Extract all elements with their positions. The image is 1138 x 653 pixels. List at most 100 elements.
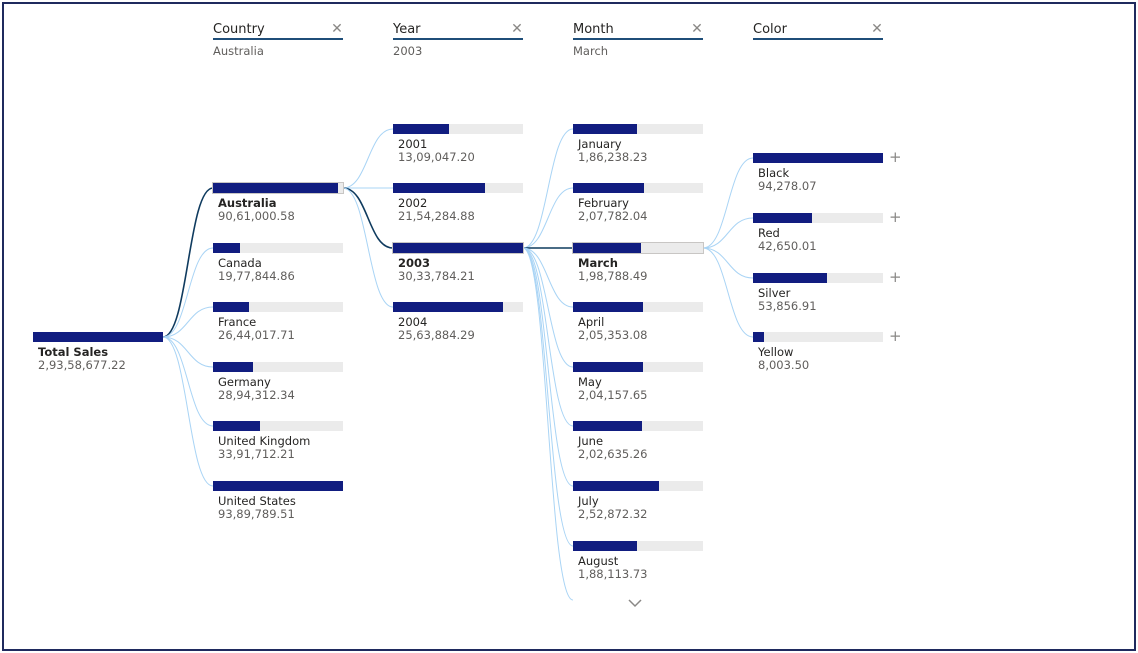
node-value: 2,05,353.08	[578, 328, 648, 342]
node-bar-track	[213, 302, 343, 312]
node-bar-track	[33, 332, 163, 342]
node-bar-track	[753, 332, 883, 342]
node-value: 2,07,782.04	[578, 209, 648, 223]
column-selection	[753, 44, 883, 58]
node-bar-track	[393, 124, 523, 134]
node-label: United States	[218, 494, 296, 508]
column-selection: Australia	[213, 44, 264, 58]
node-label: February	[578, 196, 629, 210]
node-bar-track	[393, 302, 523, 312]
node-label: June	[578, 434, 604, 448]
node-bar-fill	[393, 183, 486, 193]
node-value: 2,52,872.32	[578, 507, 648, 521]
node-bar-fill	[213, 362, 254, 372]
close-icon[interactable]: ✕	[511, 22, 523, 36]
node-label: April	[578, 315, 605, 329]
node-value: 1,88,113.73	[578, 567, 648, 581]
column-header-year: Year ✕ 2003	[393, 21, 523, 58]
node-bar-track	[573, 183, 703, 193]
node-label: Australia	[218, 196, 277, 210]
node-label: Black	[758, 166, 790, 180]
node-bar-track	[753, 153, 883, 163]
node-bar-track	[753, 213, 883, 223]
node-bar-fill	[393, 243, 523, 253]
node-label: Canada	[218, 256, 262, 270]
node-value: 8,003.50	[758, 358, 810, 372]
node-value: 26,44,017.71	[218, 328, 295, 342]
expand-plus-icon[interactable]: +	[889, 269, 902, 285]
node-value: 21,54,284.88	[398, 209, 475, 223]
close-icon[interactable]: ✕	[691, 22, 703, 36]
node-value: 94,278.07	[758, 179, 817, 193]
node-label: United Kingdom	[218, 434, 311, 448]
node-bar-track	[212, 182, 344, 194]
node-value: 2,93,58,677.22	[38, 358, 126, 372]
node-bar-fill	[573, 124, 637, 134]
column-header-month: Month ✕ March	[573, 21, 703, 58]
node-bar-track	[213, 362, 343, 372]
column-title: Year	[393, 21, 523, 40]
node-bar-track	[573, 541, 703, 551]
node-bar-fill	[33, 332, 163, 342]
expand-plus-icon[interactable]: +	[889, 209, 902, 225]
node-bar-fill	[753, 213, 812, 223]
node-value: 53,856.91	[758, 299, 817, 313]
node-label: 2002	[398, 196, 428, 210]
node-bar-fill	[213, 481, 343, 491]
chevron-down-icon[interactable]	[627, 597, 643, 609]
node-bar-fill	[213, 421, 260, 431]
node-value: 93,89,789.51	[218, 507, 295, 521]
close-icon[interactable]: ✕	[871, 22, 883, 36]
node-bar-fill	[573, 362, 643, 372]
node-value: 28,94,312.34	[218, 388, 295, 402]
node-bar-fill	[573, 541, 638, 551]
node-bar-fill	[213, 243, 241, 253]
node-bar-fill	[573, 421, 642, 431]
node-bar-fill	[573, 302, 644, 312]
node-bar-track	[213, 421, 343, 431]
node-bar-fill	[393, 302, 503, 312]
node-value: 42,650.01	[758, 239, 817, 253]
node-value: 2,04,157.65	[578, 388, 648, 402]
node-label: 2004	[398, 315, 428, 329]
column-header-color: Color ✕	[753, 21, 883, 58]
node-label: Red	[758, 226, 780, 240]
node-label: Total Sales	[38, 345, 109, 359]
node-value: 13,09,047.20	[398, 150, 475, 164]
node-bar-fill	[213, 183, 339, 193]
node-label: France	[218, 315, 257, 329]
node-value: 1,98,788.49	[578, 269, 648, 283]
decomposition-tree-visual	[2, 2, 1136, 651]
node-bar-fill	[573, 481, 660, 491]
node-bar-fill	[753, 332, 765, 342]
node-value: 19,77,844.86	[218, 269, 295, 283]
node-label: Yellow	[758, 345, 794, 359]
node-bar-fill	[573, 183, 644, 193]
node-bar-track	[753, 273, 883, 283]
node-value: 30,33,784.21	[398, 269, 475, 283]
column-title: Country	[213, 21, 343, 40]
node-label: 2001	[398, 137, 428, 151]
expand-plus-icon[interactable]: +	[889, 149, 902, 165]
column-selection: 2003	[393, 44, 423, 58]
node-bar-track	[213, 243, 343, 253]
node-bar-fill	[393, 124, 449, 134]
node-value: 1,86,238.23	[578, 150, 648, 164]
node-bar-track	[573, 124, 703, 134]
node-value: 90,61,000.58	[218, 209, 295, 223]
node-bar-track	[393, 183, 523, 193]
column-title: Month	[573, 21, 703, 40]
node-bar-fill	[213, 302, 250, 312]
node-label: 2003	[398, 256, 431, 270]
node-value: 2,02,635.26	[578, 447, 648, 461]
node-label: January	[578, 137, 622, 151]
node-bar-track	[573, 302, 703, 312]
node-bar-track	[573, 421, 703, 431]
node-label: August	[578, 554, 619, 568]
column-header-country: Country ✕ Australia	[213, 21, 343, 58]
expand-plus-icon[interactable]: +	[889, 328, 902, 344]
node-value: 25,63,884.29	[398, 328, 475, 342]
node-label: July	[578, 494, 599, 508]
close-icon[interactable]: ✕	[331, 22, 343, 36]
column-title: Color	[753, 21, 883, 40]
